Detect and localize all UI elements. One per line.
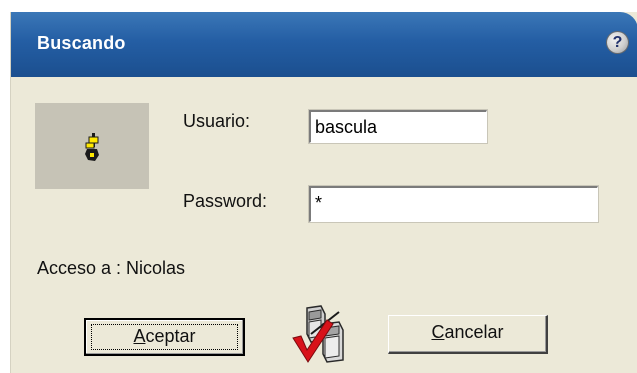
server-check-icon	[292, 305, 344, 363]
cancel-label: ancelar	[444, 322, 504, 342]
window-title: Buscando	[37, 33, 126, 53]
cancel-button[interactable]: Cancelar	[388, 315, 548, 354]
login-dialog: Buscando ? Usuario: bascula Password: * …	[10, 12, 637, 373]
usuario-label: Usuario:	[183, 111, 251, 131]
user-lock-icon	[85, 133, 99, 161]
password-label: Password:	[183, 191, 268, 211]
help-button[interactable]: ?	[607, 32, 628, 53]
access-text: Acceso a : Nicolas	[37, 258, 186, 278]
cancel-mnemonic: C	[431, 322, 445, 342]
user-icon-panel	[35, 103, 149, 189]
accept-button[interactable]: Aceptar	[84, 318, 245, 356]
usuario-field[interactable]: bascula	[308, 109, 488, 144]
accept-label: ceptar	[145, 326, 196, 346]
title-bar[interactable]: Buscando ?	[11, 12, 637, 77]
password-field[interactable]: *	[308, 185, 599, 223]
accept-mnemonic: A	[133, 326, 146, 346]
